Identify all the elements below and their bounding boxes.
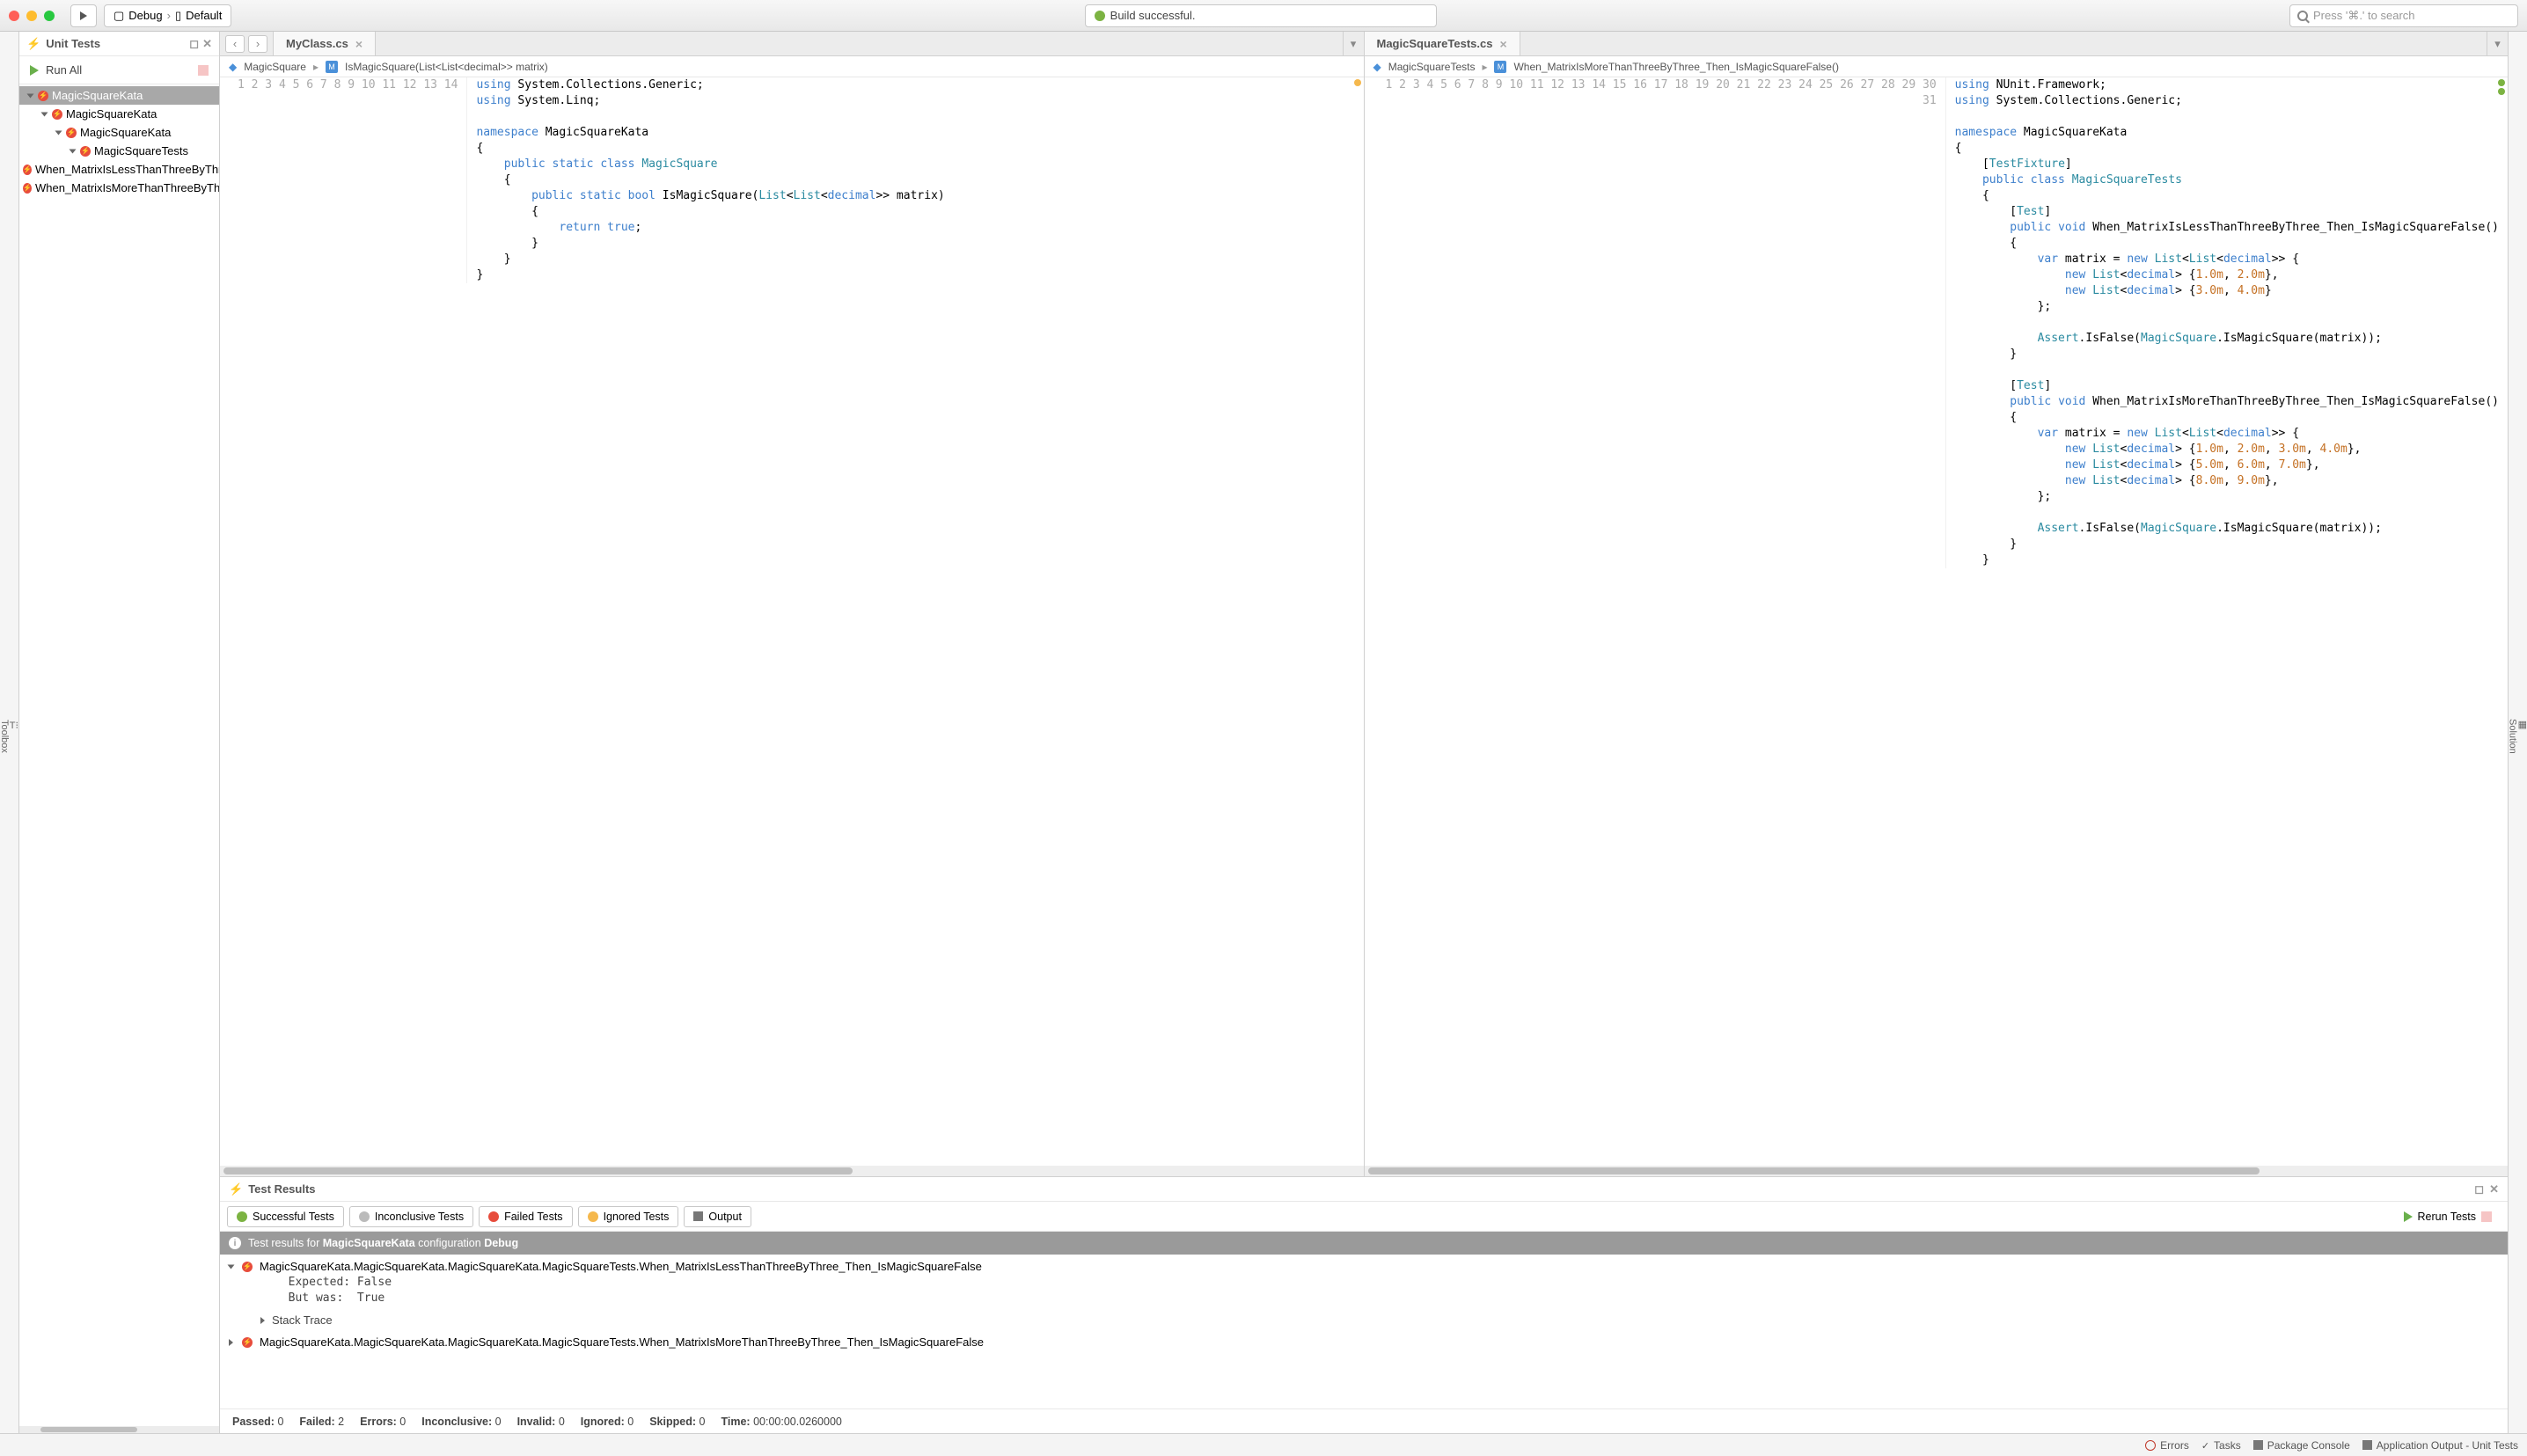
test-tree: ⚡MagicSquareKata ⚡MagicSquareKata ⚡Magic… (19, 84, 219, 1426)
tree-test[interactable]: ⚡When_MatrixIsMoreThanThreeByThree_Then_… (19, 179, 219, 197)
editor-right: MagicSquareTests.cs× ▾ ◆MagicSquareTests… (1365, 32, 2509, 1176)
undock-icon[interactable]: ◻ (2474, 1182, 2484, 1196)
check-icon (2201, 1439, 2209, 1452)
results-summary: Passed: 0 Failed: 2 Errors: 0 Inconclusi… (220, 1408, 2508, 1433)
run-config-label: Debug (128, 9, 162, 22)
statusbar: Errors Tasks Package Console Application… (0, 1433, 2527, 1456)
right-tool-rail: ▦Solution (2508, 32, 2527, 1433)
toolbar: ▢ Debug › ▯ Default Build successful. Pr… (0, 0, 2527, 32)
toolbox-tab[interactable]: T⁝Toolbox (0, 720, 18, 753)
run-all-label: Run All (46, 63, 82, 77)
tabstrip: ‹ › MyClass.cs× ▾ (220, 32, 1364, 56)
play-icon (80, 11, 87, 20)
tree-root[interactable]: ⚡MagicSquareKata (19, 86, 219, 105)
test-results-title: Test Results (248, 1182, 315, 1196)
search-placeholder: Press '⌘.' to search (2313, 9, 2415, 23)
solution-tab[interactable]: ▦Solution (2508, 719, 2527, 754)
window-controls (9, 11, 55, 21)
failed-test-row[interactable]: ⚡MagicSquareKata.MagicSquareKata.MagicSq… (220, 1258, 2508, 1275)
tree-item[interactable]: ⚡MagicSquareKata (19, 105, 219, 123)
output-button[interactable]: Output (684, 1206, 751, 1227)
nav-forward-button[interactable]: › (248, 35, 267, 53)
tasks-pad-button[interactable]: Tasks (2201, 1439, 2241, 1452)
close-icon[interactable]: ✕ (202, 37, 212, 51)
zoom-window-icon[interactable] (44, 11, 55, 21)
rerun-tests-button[interactable]: Rerun Tests (2395, 1206, 2501, 1227)
close-icon[interactable]: × (1499, 37, 1506, 51)
editor-hscroll[interactable] (1365, 1166, 2509, 1176)
breadcrumb[interactable]: ◆MagicSquareTests▸ MWhen_MatrixIsMoreTha… (1365, 56, 2509, 77)
error-icon (2145, 1440, 2156, 1451)
device-icon: ▯ (175, 9, 181, 23)
filter-ignored[interactable]: Ignored Tests (578, 1206, 679, 1227)
undock-icon[interactable]: ◻ (189, 37, 199, 51)
result-filters: Successful Tests Inconclusive Tests Fail… (220, 1202, 2508, 1232)
check-icon (1095, 11, 1105, 21)
close-icon[interactable]: × (355, 37, 363, 51)
editor-hscroll[interactable] (220, 1166, 1364, 1176)
tree-hscroll[interactable] (19, 1426, 219, 1433)
config-selector[interactable]: ▢ Debug › ▯ Default (104, 4, 231, 27)
unit-tests-header: ⚡ Unit Tests ◻ ✕ (19, 32, 219, 56)
left-tool-rail: T⁝Toolbox ▤Document Outline (0, 32, 19, 1433)
progress-icon (198, 65, 209, 76)
app-output-button[interactable]: Application Output - Unit Tests (2362, 1439, 2518, 1452)
search-icon (2297, 11, 2308, 21)
fail-detail: Expected: False But was: True (220, 1275, 2508, 1306)
tab-dropdown[interactable]: ▾ (1343, 32, 1364, 55)
bolt-icon: ⚡ (229, 1182, 243, 1196)
code-editor[interactable]: 1 2 3 4 5 6 7 8 9 10 11 12 13 14 using S… (220, 77, 1364, 1166)
nav-back-button[interactable]: ‹ (225, 35, 245, 53)
close-icon[interactable]: ✕ (2489, 1182, 2499, 1196)
search-input[interactable]: Press '⌘.' to search (2289, 4, 2518, 27)
test-results-panel: ⚡ Test Results ◻ ✕ Successful Tests Inco… (220, 1176, 2508, 1433)
close-window-icon[interactable] (9, 11, 19, 21)
breadcrumb[interactable]: ◆MagicSquare▸ MIsMagicSquare(List<List<d… (220, 56, 1364, 77)
terminal-icon (2253, 1440, 2263, 1450)
unit-tests-panel: ⚡ Unit Tests ◻ ✕ Run All ⚡MagicSquareKat… (19, 32, 220, 1433)
play-icon (30, 65, 39, 76)
filter-successful[interactable]: Successful Tests (227, 1206, 344, 1227)
status-text: Build successful. (1110, 9, 1196, 22)
minimize-window-icon[interactable] (26, 11, 37, 21)
results-info-bar: i Test results for MagicSquareKata confi… (220, 1232, 2508, 1255)
tab-tests[interactable]: MagicSquareTests.cs× (1365, 32, 1520, 55)
play-icon (2404, 1211, 2413, 1222)
editor-left: ‹ › MyClass.cs× ▾ ◆MagicSquare▸ MIsMagic… (220, 32, 1365, 1176)
tab-myclass[interactable]: MyClass.cs× (274, 32, 376, 55)
tab-dropdown[interactable]: ▾ (2487, 32, 2508, 55)
code-editor[interactable]: 1 2 3 4 5 6 7 8 9 10 11 12 13 14 15 16 1… (1365, 77, 2509, 1166)
tree-item[interactable]: ⚡MagicSquareTests (19, 142, 219, 160)
progress-icon (2481, 1211, 2492, 1222)
failed-test-row[interactable]: ⚡MagicSquareKata.MagicSquareKata.MagicSq… (220, 1334, 2508, 1350)
terminal-icon (693, 1211, 703, 1221)
run-button[interactable] (70, 4, 97, 27)
method-icon: M (1494, 61, 1506, 73)
chevron-right-icon: › (167, 9, 171, 22)
method-icon: M (326, 61, 338, 73)
stack-trace-toggle[interactable]: Stack Trace (272, 1313, 333, 1327)
errors-pad-button[interactable]: Errors (2145, 1439, 2189, 1452)
filter-failed[interactable]: Failed Tests (479, 1206, 572, 1227)
results-list: ⚡MagicSquareKata.MagicSquareKata.MagicSq… (220, 1255, 2508, 1408)
box-icon: ▢ (114, 9, 124, 23)
build-status[interactable]: Build successful. (1085, 4, 1437, 27)
run-all-button[interactable]: Run All (19, 56, 219, 84)
tree-test[interactable]: ⚡When_MatrixIsLessThanThreeByThree_Then_… (19, 160, 219, 179)
package-console-button[interactable]: Package Console (2253, 1439, 2350, 1452)
tree-item[interactable]: ⚡MagicSquareKata (19, 123, 219, 142)
bolt-icon: ⚡ (26, 37, 40, 51)
run-target-label: Default (186, 9, 222, 22)
terminal-icon (2362, 1440, 2372, 1450)
unit-tests-title: Unit Tests (46, 37, 100, 50)
tabstrip: MagicSquareTests.cs× ▾ (1365, 32, 2509, 56)
info-icon: i (229, 1237, 241, 1249)
filter-inconclusive[interactable]: Inconclusive Tests (349, 1206, 473, 1227)
